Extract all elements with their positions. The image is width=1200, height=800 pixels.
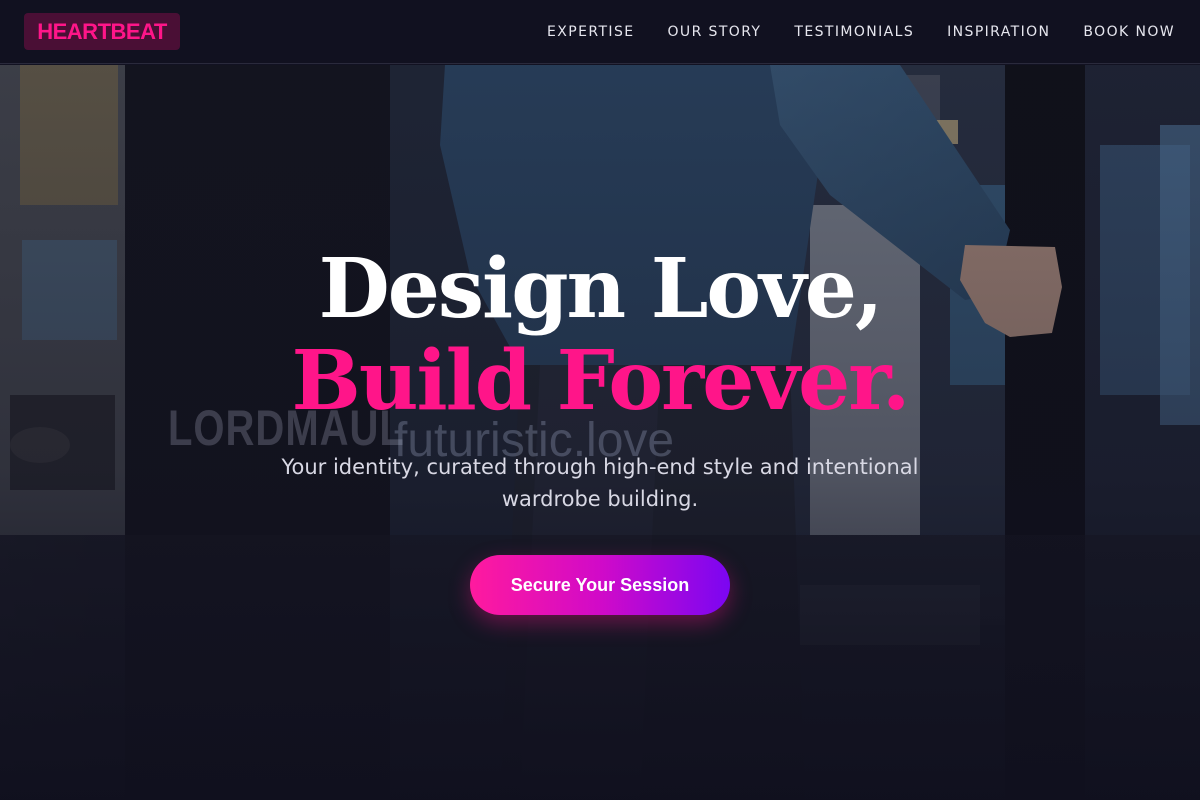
landing-page: HEARTBEAT EXPERTISE OUR STORY TESTIMONIA… [0, 0, 1200, 800]
secure-session-button[interactable]: Secure Your Session [470, 555, 730, 615]
main-nav: EXPERTISE OUR STORY TESTIMONIALS INSPIRA… [514, 0, 1175, 64]
headline-line-2: Build Forever. [291, 333, 911, 429]
hero-section: LORDMAUL futuristic.love Design Love, Bu… [0, 65, 1200, 800]
site-header: HEARTBEAT EXPERTISE OUR STORY TESTIMONIA… [0, 0, 1200, 64]
brand-logo[interactable]: HEARTBEAT [24, 13, 180, 50]
nav-link-book-now[interactable]: BOOK NOW [1083, 24, 1175, 40]
nav-link-inspiration[interactable]: INSPIRATION [947, 24, 1050, 40]
nav-link-testimonials[interactable]: TESTIMONIALS [794, 24, 914, 40]
nav-link-expertise[interactable]: EXPERTISE [547, 24, 634, 40]
hero-subtext: Your identity, curated through high-end … [281, 455, 919, 511]
hero-headline: Design Love, Build Forever. [0, 243, 1200, 427]
nav-link-our-story[interactable]: OUR STORY [668, 24, 762, 40]
headline-line-1: Design Love, [318, 241, 884, 337]
